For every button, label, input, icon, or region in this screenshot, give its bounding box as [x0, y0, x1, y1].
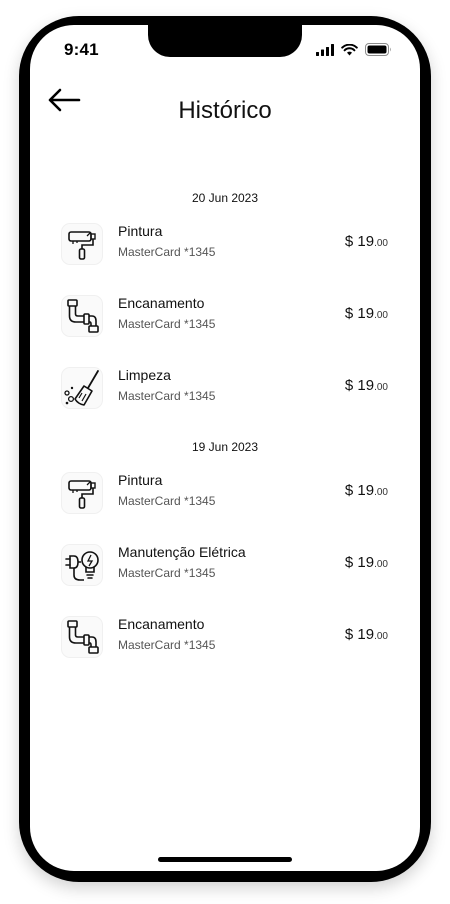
price-amount: 19 [357, 377, 375, 394]
history-item-encanamento[interactable]: Encanamento MasterCard *1345 $ 19.00 [60, 295, 390, 339]
price-amount: 19 [357, 233, 375, 250]
price-amount: 19 [357, 626, 375, 643]
item-price: $ 19.00 [345, 377, 388, 394]
battery-icon [365, 43, 391, 56]
price-cents: .00 [374, 310, 388, 321]
phone-screen: 9:41 Histórico 20 Jun 2023 Pintura Maste… [30, 25, 420, 871]
history-item-manutencao-eletrica[interactable]: Manutenção Elétrica MasterCard *1345 $ 1… [60, 544, 390, 588]
price-amount: 19 [357, 554, 375, 571]
item-title: Manutenção Elétrica [118, 544, 246, 560]
item-card: MasterCard *1345 [118, 638, 216, 652]
item-title: Limpeza [118, 367, 171, 383]
item-price: $ 19.00 [345, 233, 388, 250]
paint-roller-icon [62, 224, 102, 264]
item-card: MasterCard *1345 [118, 389, 216, 403]
item-title: Pintura [118, 223, 163, 239]
price-currency: $ [344, 377, 354, 394]
home-indicator[interactable] [158, 857, 292, 862]
item-title: Pintura [118, 472, 163, 488]
history-item-pintura[interactable]: Pintura MasterCard *1345 $ 19.00 [60, 223, 390, 267]
item-card: MasterCard *1345 [118, 566, 216, 580]
item-price: $ 19.00 [345, 482, 388, 499]
pipe-icon [62, 617, 102, 657]
history-item-pintura[interactable]: Pintura MasterCard *1345 $ 19.00 [60, 472, 390, 516]
item-title: Encanamento [118, 616, 205, 632]
price-currency: $ [344, 233, 354, 250]
price-cents: .00 [374, 382, 388, 393]
history-item-encanamento[interactable]: Encanamento MasterCard *1345 $ 19.00 [60, 616, 390, 660]
paint-roller-icon [62, 473, 102, 513]
price-cents: .00 [374, 487, 388, 498]
price-amount: 19 [357, 482, 375, 499]
price-currency: $ [344, 482, 354, 499]
page-title: Histórico [178, 97, 272, 124]
price-currency: $ [344, 626, 354, 643]
notch [148, 25, 302, 57]
item-card: MasterCard *1345 [118, 317, 216, 331]
pipe-icon [62, 296, 102, 336]
price-cents: .00 [374, 238, 388, 249]
item-price: $ 19.00 [345, 626, 388, 643]
price-cents: .00 [374, 631, 388, 642]
item-card: MasterCard *1345 [118, 494, 216, 508]
item-title: Encanamento [118, 295, 205, 311]
group-date: 19 Jun 2023 [191, 440, 259, 454]
price-currency: $ [344, 554, 354, 571]
item-card: MasterCard *1345 [118, 245, 216, 259]
item-price: $ 19.00 [345, 305, 388, 322]
history-item-limpeza[interactable]: Limpeza MasterCard *1345 $ 19.00 [60, 367, 390, 411]
price-currency: $ [344, 305, 354, 322]
price-amount: 19 [357, 305, 375, 322]
broom-icon [62, 368, 102, 408]
plug-bulb-icon [62, 545, 102, 585]
item-price: $ 19.00 [345, 554, 388, 571]
wifi-icon [341, 43, 358, 55]
price-cents: .00 [374, 559, 388, 570]
status-time: 9:41 [64, 40, 99, 59]
signal-icon [316, 43, 334, 56]
status-icons [316, 43, 392, 56]
group-date: 20 Jun 2023 [191, 191, 259, 205]
